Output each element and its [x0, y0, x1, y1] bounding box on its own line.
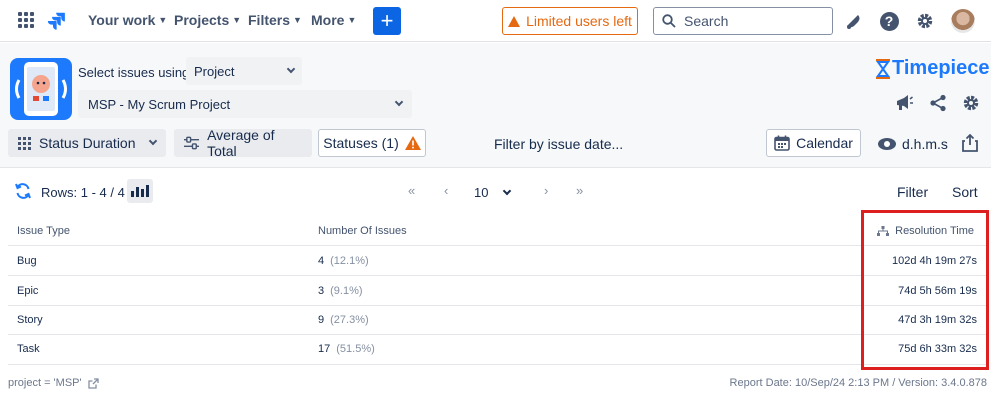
calendar-label: Calendar	[796, 135, 853, 151]
query-text: project = 'MSP'	[8, 377, 82, 389]
search-icon	[662, 14, 676, 28]
divider	[8, 245, 989, 246]
nav-projects[interactable]: Projects ▼	[174, 12, 241, 28]
nav-your-work[interactable]: Your work ▼	[88, 12, 167, 28]
report-type-label: Status Duration	[39, 135, 136, 151]
time-format-toggle[interactable]: d.h.m.s	[878, 136, 948, 152]
divider	[8, 275, 989, 276]
issue-count-cell: 3 (9.1%)	[318, 285, 363, 297]
issue-type-cell: Story	[17, 314, 43, 326]
chevron-down-icon	[286, 64, 296, 74]
issue-source-select[interactable]: Project	[186, 57, 302, 85]
sliders-icon	[184, 136, 200, 150]
divider	[8, 334, 989, 335]
report-settings-gear-icon[interactable]	[961, 93, 981, 113]
first-page-button[interactable]: «	[408, 183, 415, 198]
grid-icon	[18, 136, 31, 150]
statuses-label: Statuses (1)	[323, 135, 399, 151]
create-button[interactable]: +	[373, 7, 401, 35]
app-logo-icon	[10, 58, 72, 120]
issue-source-value: Project	[194, 63, 235, 79]
search-input[interactable]	[684, 13, 814, 29]
chevron-down-icon	[503, 186, 512, 195]
select-issues-label: Select issues using	[78, 65, 190, 80]
chevron-down-icon	[394, 97, 404, 107]
filter-button[interactable]: Filter	[897, 184, 928, 200]
brand-label: Timepiece	[892, 57, 990, 79]
statuses-button[interactable]: Statuses (1)	[318, 129, 426, 157]
chevron-down-icon	[148, 136, 157, 146]
divider	[8, 305, 989, 306]
chevron-down-icon: ▼	[232, 15, 242, 25]
issue-count-cell: 17 (51.5%)	[318, 343, 375, 355]
page-size-select[interactable]: 10	[474, 185, 512, 200]
refresh-icon[interactable]	[14, 182, 32, 200]
issue-type-cell: Bug	[17, 255, 37, 267]
last-page-button[interactable]: »	[576, 183, 583, 198]
resolution-time-highlight	[861, 210, 989, 370]
warning-icon	[508, 15, 521, 27]
jql-query[interactable]: project = 'MSP'	[8, 377, 99, 389]
report-info: Report Date: 10/Sep/24 2:13 PM / Version…	[729, 377, 987, 389]
divider	[8, 364, 989, 365]
prev-page-button[interactable]: ‹	[444, 183, 448, 198]
eye-icon	[878, 138, 896, 150]
export-icon[interactable]	[962, 134, 978, 152]
project-value: MSP - My Scrum Project	[88, 96, 231, 112]
bar-chart-icon	[131, 191, 134, 197]
share-icon[interactable]	[928, 93, 948, 113]
chevron-down-icon: ▼	[158, 15, 168, 25]
warning-icon	[404, 136, 421, 150]
issue-count-cell: 4 (12.1%)	[318, 255, 369, 267]
issue-count-cell: 9 (27.3%)	[318, 314, 369, 326]
calc-type-label: Average of Total	[207, 127, 275, 159]
jira-logo-icon[interactable]	[46, 10, 68, 32]
external-link-icon[interactable]	[87, 377, 99, 389]
project-select[interactable]: MSP - My Scrum Project	[78, 90, 412, 118]
report-header: Select issues using Project MSP - My Scr…	[0, 43, 991, 168]
page-size-value: 10	[474, 185, 489, 200]
chevron-down-icon: ▼	[293, 15, 302, 25]
calendar-button[interactable]: Calendar	[766, 129, 861, 157]
nav-more[interactable]: More ▼	[311, 12, 356, 28]
calculation-type-button[interactable]: Average of Total	[174, 127, 312, 159]
rows-count: Rows: 1 - 4 / 4	[41, 185, 125, 200]
notifications-icon[interactable]	[842, 10, 864, 32]
issue-type-cell: Task	[17, 343, 40, 355]
announcement-icon[interactable]	[894, 93, 914, 113]
sort-button[interactable]: Sort	[952, 184, 978, 200]
chart-toggle-button[interactable]	[127, 179, 153, 203]
time-format-label: d.h.m.s	[902, 136, 948, 152]
help-icon[interactable]: ?	[878, 10, 900, 32]
search-box[interactable]	[653, 7, 833, 35]
column-header-number-of-issues[interactable]: Number Of Issues	[318, 225, 407, 237]
hourglass-icon	[876, 58, 890, 79]
nav-filters[interactable]: Filters ▼	[248, 12, 302, 28]
report-type-dropdown[interactable]: Status Duration	[8, 129, 166, 157]
column-header-issue-type[interactable]: Issue Type	[17, 225, 70, 237]
calendar-icon	[774, 135, 790, 151]
filter-by-date-link[interactable]: Filter by issue date...	[494, 136, 623, 152]
next-page-button[interactable]: ›	[544, 183, 548, 198]
app-switcher-icon[interactable]	[18, 12, 34, 28]
chevron-down-icon: ▼	[347, 15, 357, 25]
top-navigation: Your work ▼ Projects ▼ Filters ▼ More ▼ + Li…	[0, 0, 991, 42]
limited-users-label: Limited users left	[526, 13, 632, 29]
settings-gear-icon[interactable]	[914, 10, 936, 32]
avatar[interactable]	[951, 9, 975, 33]
limited-users-button[interactable]: Limited users left	[502, 7, 638, 35]
timepiece-logo: Timepiece	[876, 57, 989, 80]
issue-type-cell: Epic	[17, 285, 39, 297]
